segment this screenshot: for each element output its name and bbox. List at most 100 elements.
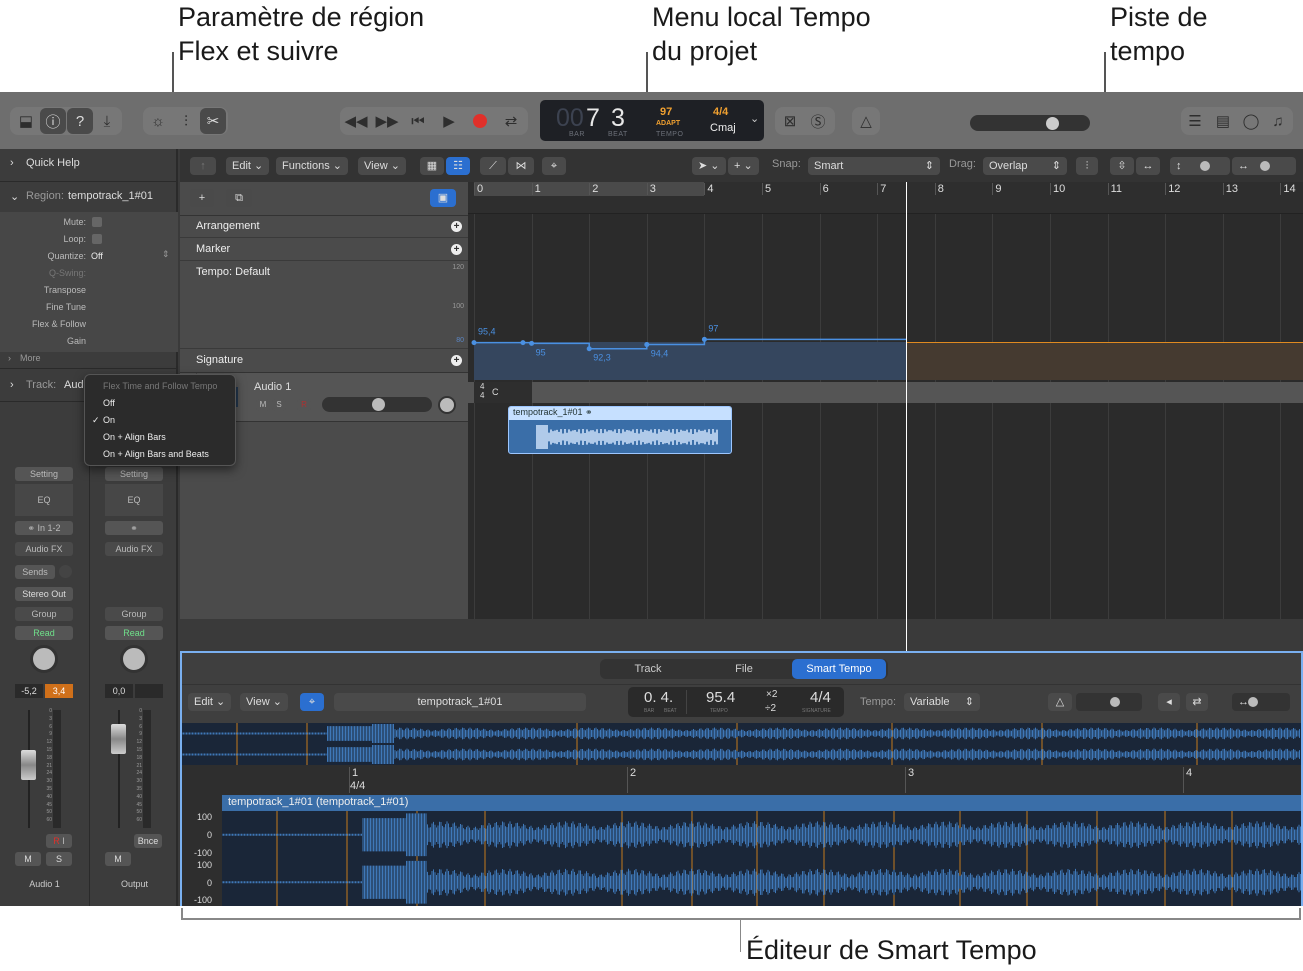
mute-button[interactable]: M [105, 852, 131, 866]
signature-value[interactable]: 4/4 [810, 689, 831, 706]
record-icon[interactable] [467, 108, 493, 134]
view-menu[interactable]: View ⌄ [358, 157, 406, 175]
loop-checkbox[interactable] [92, 234, 102, 244]
mute-button[interactable]: M [256, 399, 270, 411]
up-arrow-icon[interactable]: ↑ [190, 157, 216, 175]
list-view-icon[interactable]: ☷ [446, 157, 470, 175]
mute-button[interactable]: M [15, 852, 41, 866]
tempo-point[interactable] [471, 340, 477, 346]
play-icon[interactable]: ▶ [436, 108, 462, 134]
eq-display[interactable]: EQ [105, 484, 163, 516]
speaker-icon[interactable]: ◂ [1158, 693, 1180, 711]
edit-menu[interactable]: Edit ⌄ [226, 157, 270, 175]
editor-ruler[interactable]: 4/4 1234 [182, 765, 1301, 795]
pan-knob[interactable] [30, 645, 58, 673]
tempo-point[interactable] [586, 346, 592, 352]
mute-checkbox[interactable] [92, 217, 102, 227]
automation-icon[interactable]: ⟋ [480, 157, 506, 175]
input-button[interactable]: ⚭ In 1-2 [15, 521, 73, 535]
master-volume-knob[interactable] [1046, 117, 1059, 130]
tempo-track-header[interactable]: Tempo: Default 120 100 80 [180, 262, 468, 349]
sends-slot[interactable]: Sends [15, 565, 55, 579]
stereo-link-icon[interactable]: ⚭ [105, 521, 163, 535]
group-slot[interactable]: Group [15, 607, 73, 621]
pointer-tool-menu[interactable]: ➤ ⌄ [692, 157, 726, 175]
record-enable-button[interactable]: R [53, 836, 60, 846]
input-monitor-button[interactable]: I [62, 836, 65, 846]
rewind-icon[interactable]: ◀◀ [343, 108, 369, 134]
pencil-tool-menu[interactable]: + ⌄ [728, 157, 759, 175]
volume-fader[interactable] [111, 724, 126, 754]
volume-fader[interactable] [21, 750, 36, 780]
volume-readout[interactable]: 0,0 [105, 684, 133, 698]
master-volume-slider[interactable] [970, 115, 1090, 131]
edit-menu[interactable]: Edit ⌄ [188, 693, 232, 711]
position-value[interactable]: 0. 4. [644, 689, 673, 706]
setting-button[interactable]: Setting [15, 467, 73, 481]
replace-icon[interactable]: ⊠ [777, 108, 803, 134]
overview-waveform[interactable] [181, 723, 1301, 765]
audio-fx-slot[interactable]: Audio FX [15, 542, 73, 556]
cycle-icon[interactable]: ⇄ [498, 108, 524, 134]
output-slot[interactable]: Stereo Out [15, 587, 73, 601]
lcd-chevron-down-icon[interactable]: ⌄ [750, 112, 759, 125]
group-slot[interactable]: Group [105, 607, 163, 621]
double-tempo-button[interactable]: ×2 [766, 689, 777, 700]
list-editors-icon[interactable]: ☰ [1182, 108, 1208, 134]
signature-value[interactable]: 44 [480, 382, 484, 400]
editors-scissors-icon[interactable]: ✂ [200, 108, 226, 134]
tracks-canvas[interactable]: 95,4 95 92,3 94,4 97 4 4 Ctempotrack_1#01 ⚭ [468, 214, 1303, 619]
click-volume-slider[interactable] [1076, 693, 1142, 711]
stepper-icon[interactable]: ⇕ [162, 249, 170, 260]
tempo-value[interactable]: 95.4 [706, 689, 735, 706]
tab-smart-tempo[interactable]: Smart Tempo [792, 659, 886, 679]
lcd-tempo[interactable]: 97 [660, 106, 672, 118]
waveform-zoom-icon[interactable]: ⫶ [1076, 157, 1098, 175]
tempo-point[interactable] [701, 336, 707, 342]
menu-item-on-align-bars-beats[interactable]: On + Align Bars and Beats [103, 449, 209, 459]
audio-fx-slot[interactable]: Audio FX [105, 542, 163, 556]
lcd-display[interactable]: 00 7 3 BAR BEAT 97 ADAPT TEMPO 4/4 Cmaj … [540, 100, 764, 141]
catch-icon[interactable]: ⌖ [300, 693, 324, 711]
smart-controls-icon[interactable]: ☼ [145, 108, 171, 134]
main-waveform[interactable] [221, 811, 1301, 906]
library-icon[interactable]: ⬓ [13, 108, 39, 134]
menu-item-on-align-bars[interactable]: On + Align Bars [103, 432, 166, 442]
lcd-tempo-mode[interactable]: ADAPT [656, 120, 680, 127]
tab-file[interactable]: File [696, 659, 792, 679]
automation-mode[interactable]: Read [15, 626, 73, 640]
inspector-icon[interactable]: ⓘ [40, 108, 66, 134]
grid-view-icon[interactable]: ▦ [420, 157, 444, 175]
editor-zoom-slider[interactable]: ↔ [1232, 693, 1290, 711]
track-volume-slider[interactable] [322, 397, 432, 412]
note-pad-icon[interactable]: ▤ [1210, 108, 1236, 134]
track-name[interactable]: Audio 1 [254, 381, 291, 393]
audio-region[interactable]: tempotrack_1#01 ⚭ [508, 406, 732, 454]
quantize-value[interactable]: Off [91, 251, 103, 261]
tempo-point[interactable] [520, 340, 526, 346]
loop-browser-icon[interactable]: ◯ [1238, 108, 1264, 134]
browsers-icon[interactable]: ♫ [1265, 108, 1291, 134]
metronome-icon[interactable]: △ [1048, 693, 1072, 711]
functions-menu[interactable]: Functions ⌄ [276, 157, 348, 175]
cycle-icon[interactable]: ⇄ [1186, 693, 1208, 711]
peak-readout[interactable] [135, 684, 163, 698]
catch-icon[interactable]: ⌖ [542, 157, 566, 175]
signature-track-header[interactable]: Signature + [180, 350, 468, 371]
pan-knob[interactable] [120, 645, 148, 673]
half-tempo-button[interactable]: ÷2 [765, 703, 776, 714]
lcd-key[interactable]: Cmaj [710, 122, 736, 134]
arrangement-track-header[interactable]: Arrangement + [180, 216, 468, 238]
bar-ruler[interactable]: 0 1 2 3 4 5 6 7 8 9 10 11 12 13 14 [468, 182, 1303, 214]
tempo-point[interactable] [644, 342, 650, 348]
automation-mode[interactable]: Read [105, 626, 163, 640]
setting-button[interactable]: Setting [105, 467, 163, 481]
tempo-mode-select[interactable]: Variable ⇕ [904, 693, 980, 711]
menu-item-on[interactable]: On [103, 415, 115, 425]
record-enable-button[interactable]: R [297, 399, 311, 411]
download-icon[interactable]: ⤓ [94, 108, 120, 134]
playhead[interactable] [906, 182, 907, 652]
solo-button[interactable]: S [272, 399, 286, 411]
region-name-field[interactable]: tempotrack_1#01 [334, 693, 586, 711]
snap-select[interactable]: Smart ⇕ [808, 157, 940, 175]
